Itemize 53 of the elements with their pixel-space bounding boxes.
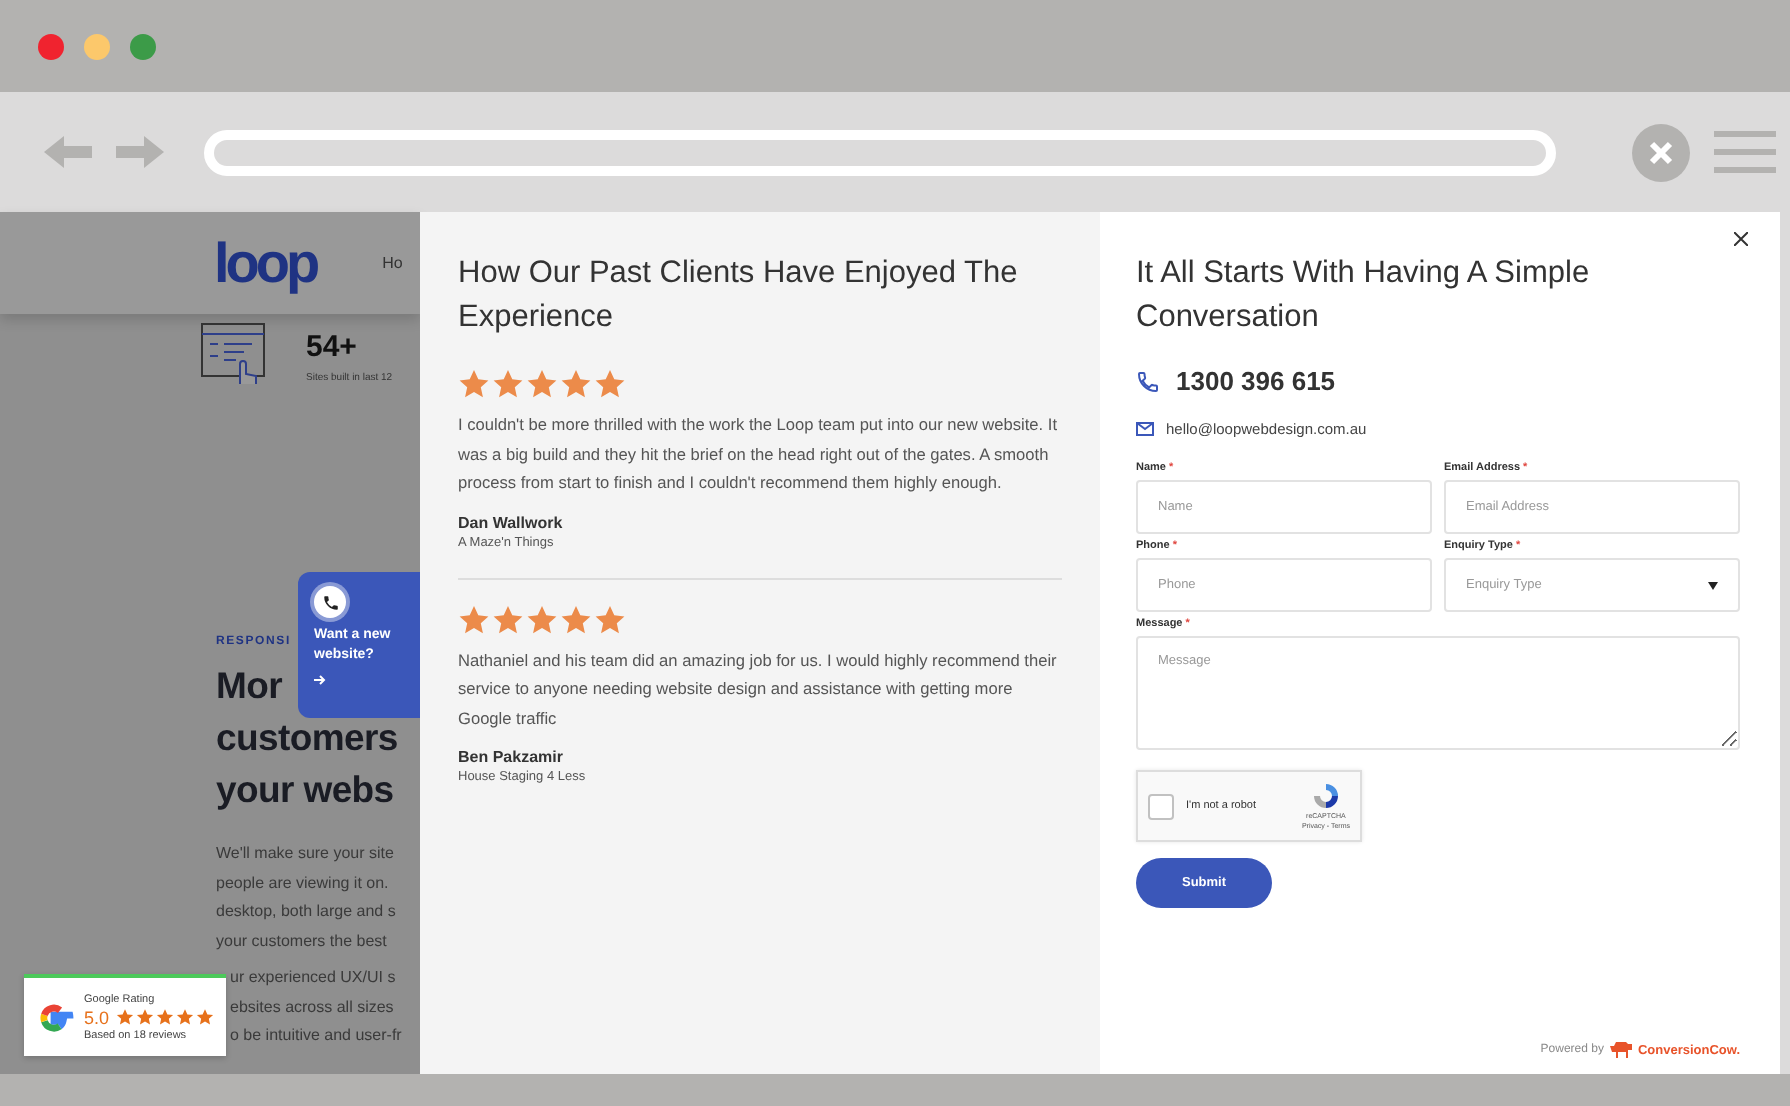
paragraph-line: ur experienced UX/UI s (230, 966, 396, 990)
headline-line: your webs (216, 766, 394, 814)
logo[interactable]: loop (214, 231, 317, 295)
forward-arrow-icon[interactable] (116, 134, 164, 170)
review-text: Nathaniel and his team did an amazing job for us. I would highly recommend their service to anyone needing website design and assistance with getting more Google traffic (458, 647, 1059, 732)
headline-line: Mor (216, 662, 283, 710)
star-icon (115, 1008, 134, 1026)
window-minimize-dot[interactable] (84, 33, 110, 59)
rating-score: 5.0 (84, 1007, 110, 1027)
section-title: It All Starts With Having A Simple Conversation (1136, 254, 1592, 338)
close-icon[interactable] (1632, 123, 1690, 181)
star-icon (594, 368, 626, 400)
phone-icon (321, 593, 339, 611)
envelope-icon (1136, 422, 1154, 436)
recaptcha-logo-icon (1311, 782, 1340, 810)
paragraph-line: desktop, both large and s (216, 900, 396, 924)
star-icon (526, 603, 558, 635)
address-bar[interactable] (204, 129, 1556, 175)
paragraph-line: people are viewing it on. (216, 871, 389, 896)
nav-link[interactable]: Ho (382, 254, 403, 272)
phone-icon (1136, 369, 1160, 393)
star-icon (526, 368, 558, 400)
reviewer-name: Dan Wallwork (458, 513, 565, 531)
window-maximize-dot[interactable] (130, 33, 156, 59)
star-icon (492, 603, 524, 635)
paragraph-line: ebsites across all sizes (230, 995, 394, 1019)
star-icon (560, 368, 592, 400)
webpage-click-icon (200, 322, 266, 386)
stat-value: 54+ (306, 330, 359, 364)
star-icon (458, 603, 490, 635)
star-icon (560, 603, 592, 635)
star-icon (195, 1008, 214, 1026)
section-title: How Our Past Clients Have Enjoyed The Experience (458, 254, 1020, 338)
phone-number[interactable]: 1300 396 615 (1176, 366, 1336, 396)
window-close-dot[interactable] (38, 33, 64, 59)
star-icon (594, 603, 626, 635)
star-icon (175, 1008, 194, 1026)
paragraph-line: your customers the best (216, 929, 387, 954)
paragraph-line: o be intuitive and user-fr (230, 1024, 402, 1048)
back-arrow-icon[interactable] (44, 134, 92, 170)
star-icon (135, 1008, 154, 1026)
star-icon (458, 368, 490, 400)
close-button[interactable] (1730, 228, 1752, 250)
reviewer-name: Ben Pakzamir (458, 748, 565, 766)
caret-icon (1708, 581, 1718, 589)
menu-icon[interactable] (1714, 130, 1776, 174)
star-icon (492, 368, 524, 400)
review-text: I couldn't be more thrilled with the work the Loop team put into our new website. It was a big build and they hit the brief on the head right out of the gates. A smooth process from start to finish and I couldn't recommend them highly enough. (458, 412, 1060, 496)
star-icon (155, 1008, 174, 1026)
captcha-checkbox[interactable] (1148, 793, 1174, 819)
arrow-right-icon (314, 674, 326, 686)
paragraph-line: We'll make sure your site (216, 842, 394, 866)
headline-line: customers (216, 714, 398, 762)
